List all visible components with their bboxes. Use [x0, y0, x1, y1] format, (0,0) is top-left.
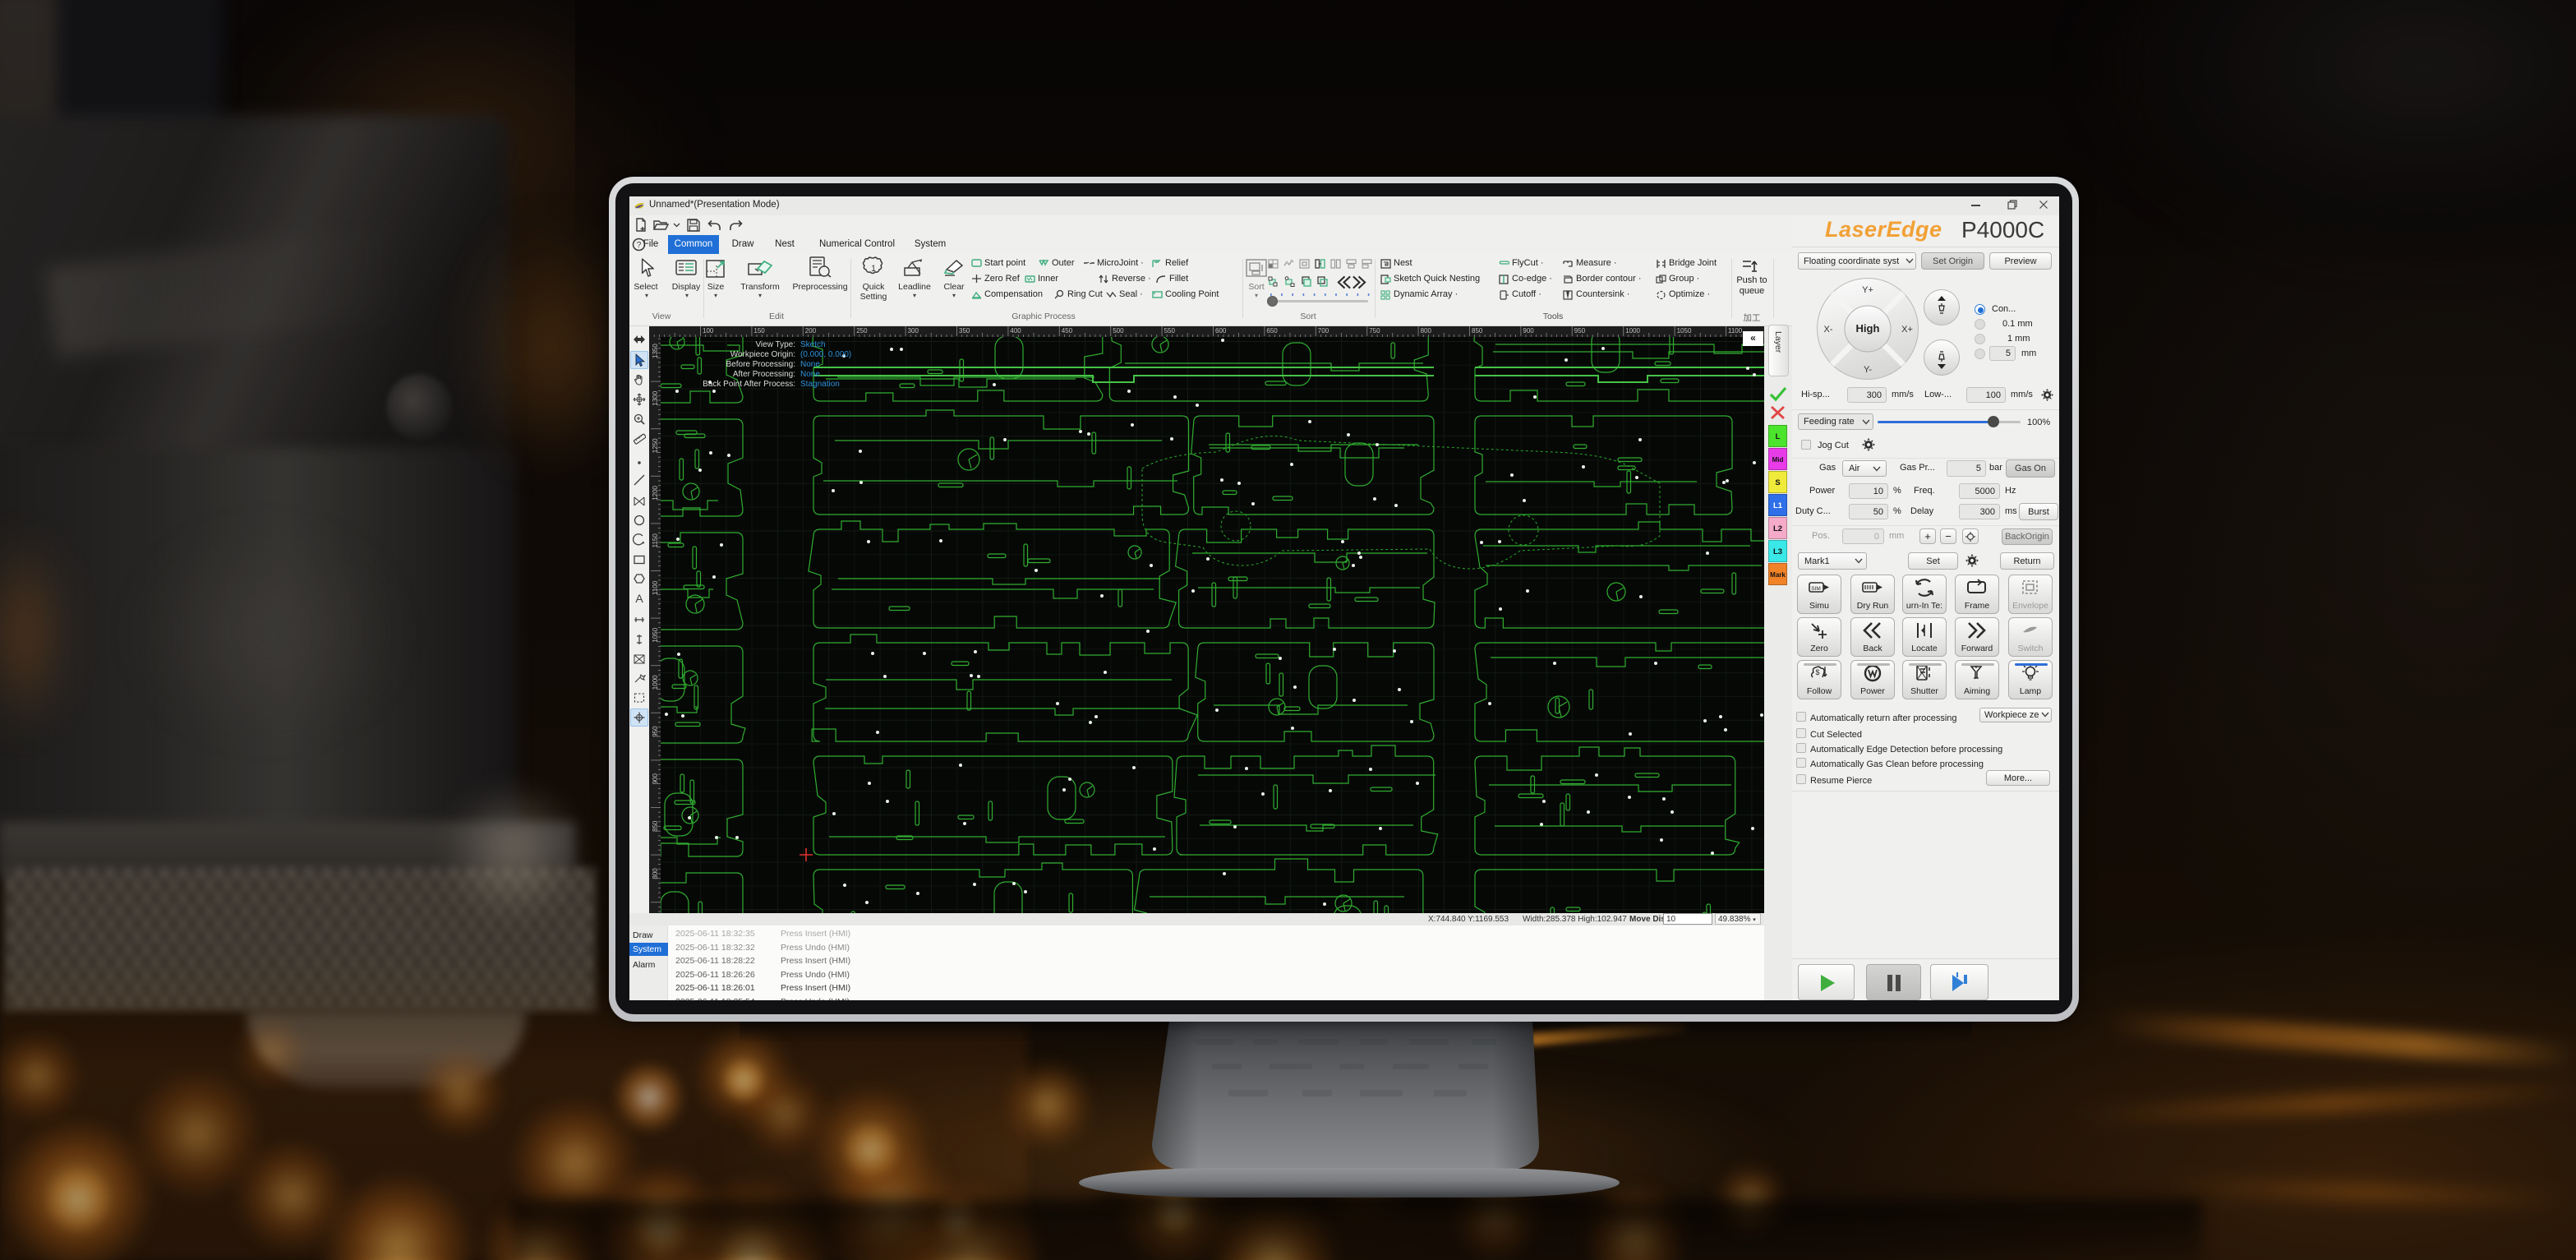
svg-text:800: 800: [652, 868, 659, 879]
svg-text:950: 950: [1574, 327, 1586, 335]
svg-text:150: 150: [753, 327, 765, 335]
svg-text:550: 550: [1164, 327, 1176, 335]
svg-text:850: 850: [652, 820, 659, 832]
svg-text:250: 250: [856, 327, 868, 335]
svg-text:X-: X-: [1824, 325, 1833, 335]
svg-text:850: 850: [1472, 327, 1483, 335]
svg-text:1150: 1150: [652, 533, 659, 548]
svg-text:450: 450: [1062, 327, 1073, 335]
svg-text:700: 700: [1318, 327, 1329, 335]
svg-text:300: 300: [908, 327, 919, 335]
svg-text:1050: 1050: [652, 627, 659, 642]
svg-text:650: 650: [1266, 327, 1278, 335]
svg-text:800: 800: [1421, 327, 1432, 335]
svg-text:1100: 1100: [652, 580, 659, 595]
svg-text:950: 950: [652, 726, 659, 737]
svg-text:$: $: [1815, 668, 1819, 676]
svg-text:900: 900: [1523, 327, 1534, 335]
svg-text:750: 750: [1369, 327, 1380, 335]
svg-text:350: 350: [959, 327, 970, 335]
svg-text:1200: 1200: [652, 485, 659, 500]
svg-text:1000: 1000: [1625, 327, 1640, 335]
svg-text:1100: 1100: [1728, 327, 1743, 335]
svg-text:400: 400: [1010, 327, 1021, 335]
svg-text:1000: 1000: [652, 675, 659, 690]
svg-text:SIM: SIM: [1811, 586, 1821, 592]
svg-text:X+: X+: [1901, 325, 1913, 335]
svg-text:1300: 1300: [652, 390, 659, 405]
svg-text:Y-: Y-: [1864, 365, 1872, 375]
svg-text:1250: 1250: [652, 438, 659, 453]
svg-text:A: A: [635, 592, 643, 605]
svg-text:600: 600: [1215, 327, 1227, 335]
svg-text:500: 500: [1113, 327, 1124, 335]
svg-text:100: 100: [703, 327, 714, 335]
svg-text:1350: 1350: [652, 344, 659, 358]
svg-text:1050: 1050: [1677, 327, 1692, 335]
svg-text:High: High: [1856, 322, 1880, 335]
svg-text:1: 1: [871, 264, 876, 274]
svg-text:900: 900: [652, 773, 659, 785]
svg-text:Y+: Y+: [1862, 285, 1873, 295]
svg-text:200: 200: [805, 327, 817, 335]
